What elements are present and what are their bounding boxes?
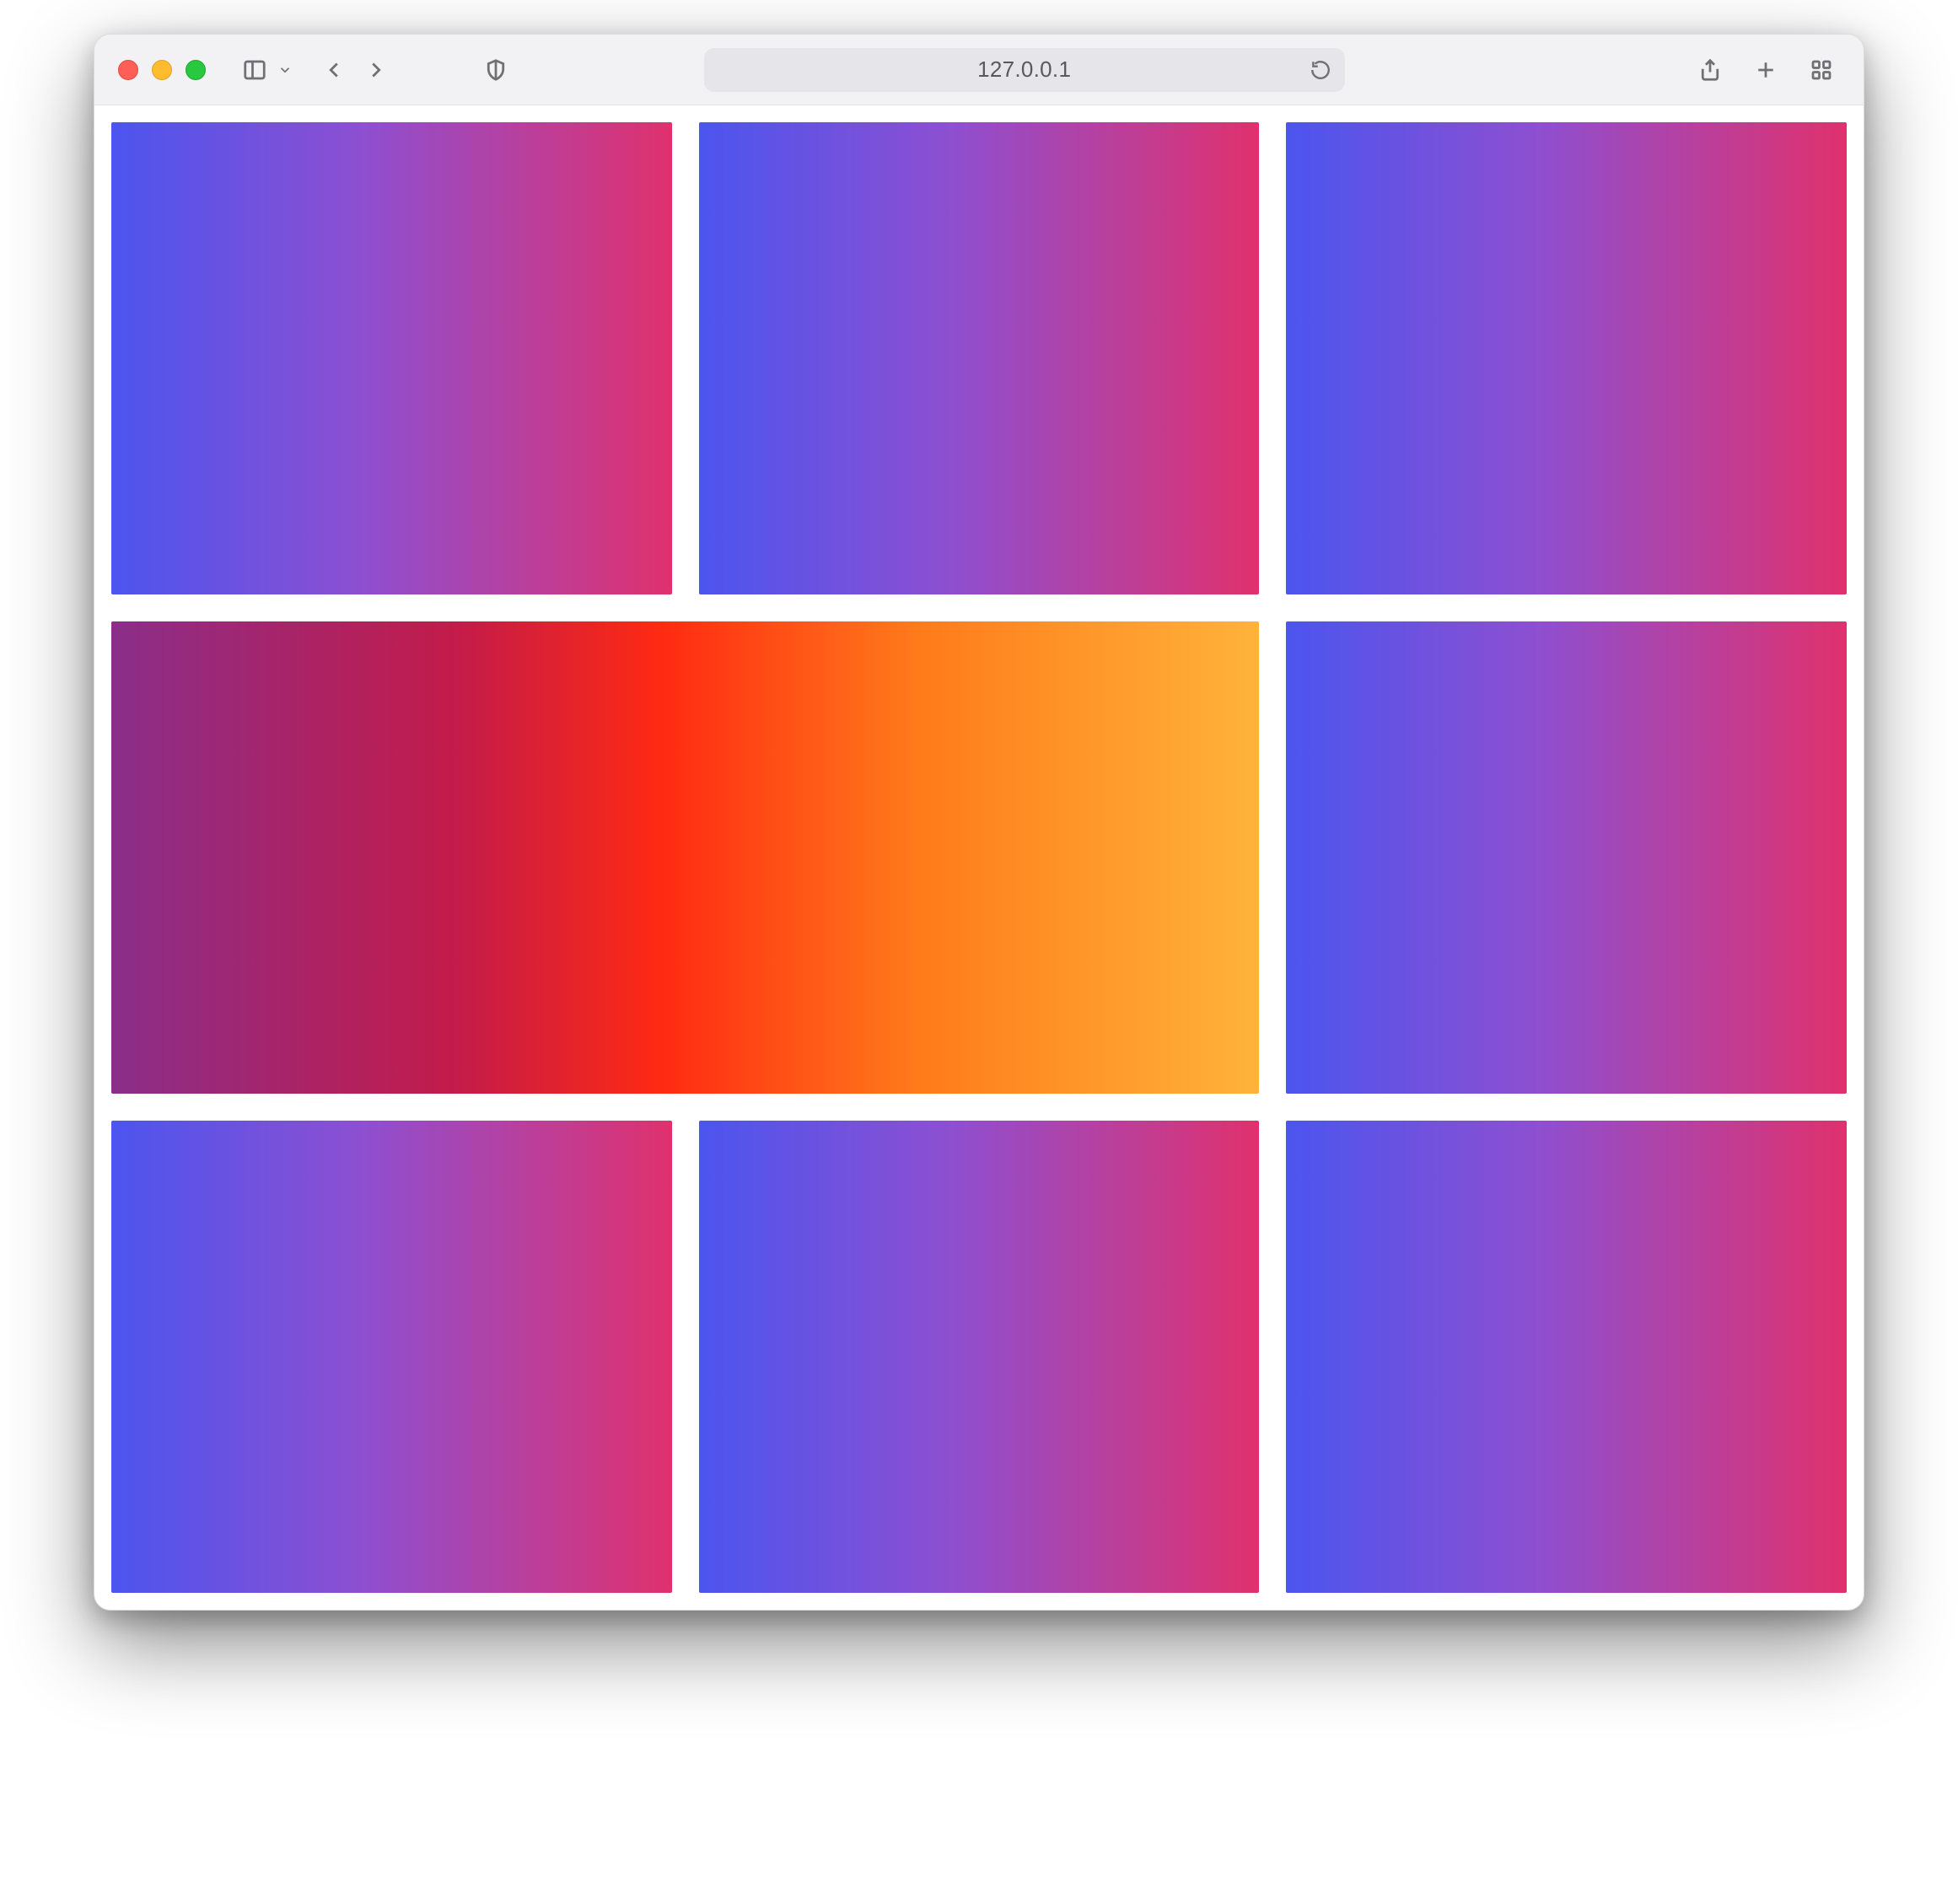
grid-tile-3[interactable]: [1286, 122, 1847, 594]
fullscreen-window-button[interactable]: [186, 60, 206, 80]
plus-icon: [1753, 57, 1778, 83]
titlebar: 127.0.0.1: [94, 35, 1864, 105]
forward-button[interactable]: [358, 51, 395, 89]
share-icon: [1697, 57, 1723, 83]
tile-grid: [111, 122, 1847, 1593]
privacy-shield-button[interactable]: [477, 51, 514, 89]
page-content: [94, 105, 1864, 1610]
address-bar[interactable]: 127.0.0.1: [704, 48, 1345, 92]
grid-tile-7[interactable]: [699, 1121, 1260, 1593]
window-controls: [118, 60, 206, 80]
sidebar-icon: [242, 57, 267, 83]
reload-icon: [1310, 59, 1331, 81]
shield-icon: [483, 57, 508, 83]
grid-tile-6[interactable]: [111, 1121, 672, 1593]
minimize-window-button[interactable]: [152, 60, 172, 80]
sidebar-toggle-button[interactable]: [236, 51, 273, 89]
grid-tile-8[interactable]: [1286, 1121, 1847, 1593]
tab-overview-button[interactable]: [1803, 51, 1840, 89]
grid-icon: [1809, 57, 1834, 83]
share-button[interactable]: [1692, 51, 1729, 89]
close-window-button[interactable]: [118, 60, 138, 80]
address-text: 127.0.0.1: [977, 56, 1071, 83]
new-tab-button[interactable]: [1747, 51, 1784, 89]
grid-tile-4[interactable]: [111, 621, 1259, 1094]
reload-button[interactable]: [1310, 59, 1331, 81]
chevron-down-icon: [277, 62, 293, 78]
tab-groups-dropdown[interactable]: [275, 51, 295, 89]
grid-tile-1[interactable]: [111, 122, 672, 594]
browser-window: 127.0.0.1: [94, 34, 1864, 1611]
back-button[interactable]: [315, 51, 352, 89]
grid-tile-5[interactable]: [1286, 621, 1847, 1094]
grid-tile-2[interactable]: [699, 122, 1260, 594]
chevron-right-icon: [363, 57, 389, 83]
chevron-left-icon: [321, 57, 347, 83]
